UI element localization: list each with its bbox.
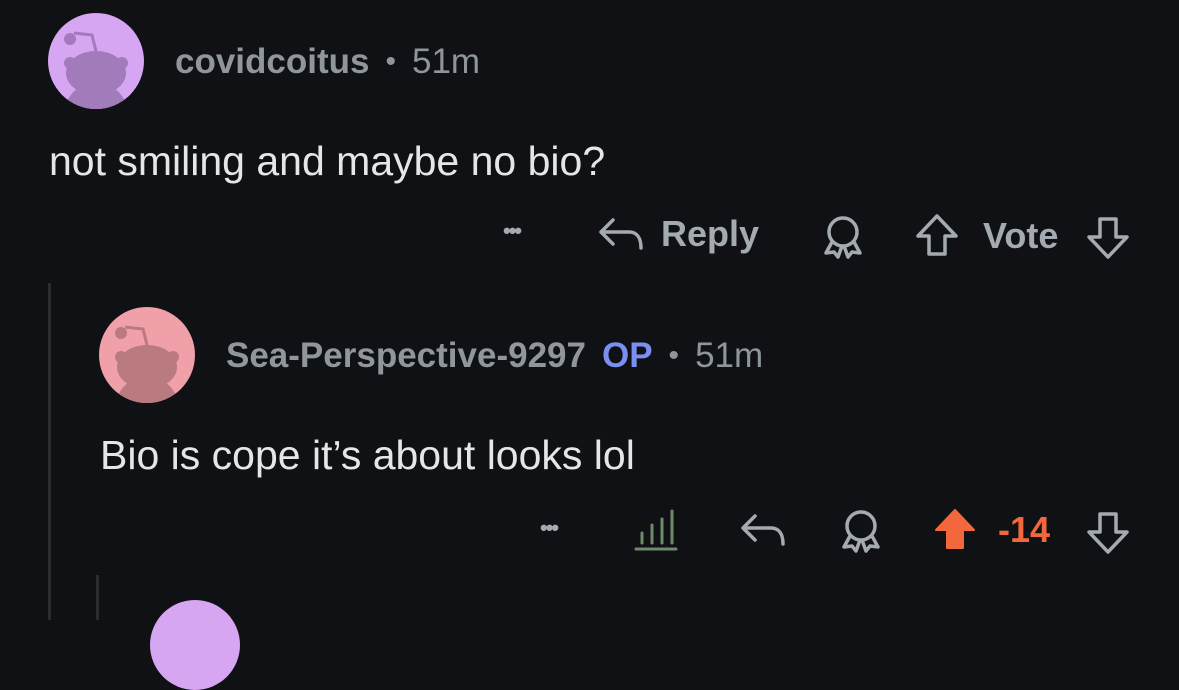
avatar[interactable] — [99, 307, 195, 403]
award-button[interactable] — [820, 213, 866, 259]
thread-line — [48, 283, 51, 620]
downvote-icon — [1087, 512, 1129, 554]
award-button[interactable] — [838, 507, 884, 553]
reply-label: Reply — [661, 213, 760, 254]
downvote-icon — [1087, 217, 1129, 259]
reply-button[interactable] — [739, 508, 787, 552]
reply-icon — [741, 514, 785, 546]
more-options-button[interactable]: ••• — [503, 218, 522, 244]
thread-line-nested — [96, 575, 99, 620]
reply-button[interactable]: Reply — [597, 212, 759, 256]
separator-dot: • — [385, 45, 396, 78]
snoo-avatar-icon — [64, 31, 128, 109]
vote-score: -14 — [998, 509, 1051, 550]
downvote-button[interactable] — [1085, 215, 1131, 261]
reply-icon — [599, 218, 643, 250]
award-icon — [824, 216, 862, 259]
timestamp: 51m — [695, 336, 764, 375]
comment-meta: Sea-Perspective-9297 OP • 51m — [226, 336, 763, 376]
upvote-icon — [916, 214, 958, 256]
insights-chart-icon — [634, 509, 678, 551]
timestamp: 51m — [412, 42, 481, 81]
vote-label: Vote — [983, 215, 1059, 256]
snoo-avatar-icon — [115, 325, 179, 403]
separator-dot: • — [668, 339, 680, 372]
insights-button[interactable] — [632, 507, 678, 551]
username[interactable]: Sea-Perspective-9297 — [226, 336, 586, 376]
downvote-button[interactable] — [1085, 510, 1131, 556]
avatar[interactable] — [48, 13, 144, 109]
username[interactable]: covidcoitus — [175, 42, 369, 82]
comment-meta: covidcoitus • 51m — [175, 42, 480, 82]
avatar[interactable] — [150, 600, 240, 690]
upvote-filled-icon — [935, 509, 975, 549]
comment-text: Bio is cope it’s about looks lol — [100, 432, 635, 478]
upvote-button-active[interactable] — [932, 506, 978, 552]
award-icon — [842, 510, 880, 553]
comment-text: not smiling and maybe no bio? — [49, 138, 606, 184]
more-options-button[interactable]: ••• — [540, 515, 559, 541]
upvote-button[interactable] — [914, 212, 960, 258]
op-badge: OP — [601, 336, 653, 375]
